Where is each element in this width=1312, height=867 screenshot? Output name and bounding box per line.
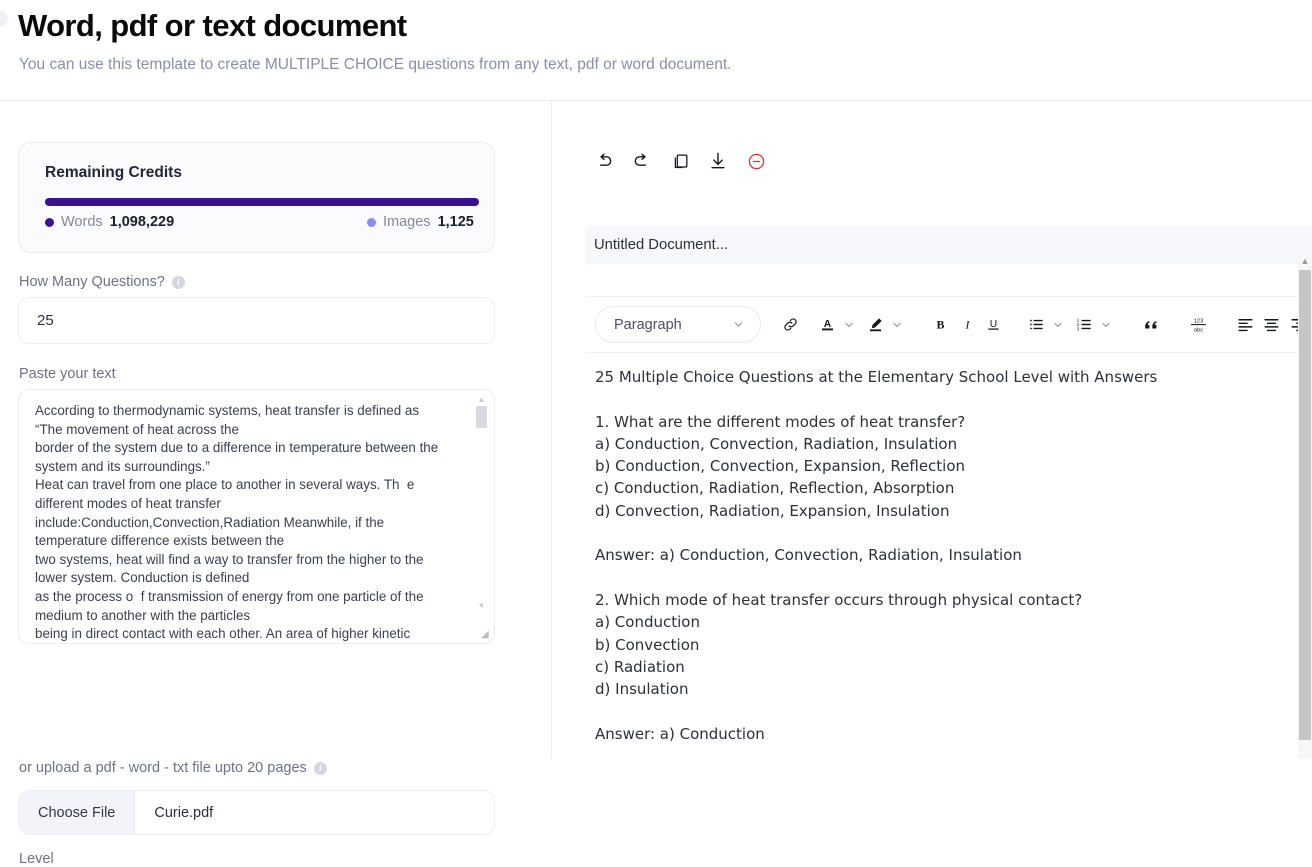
delete-icon[interactable] (743, 148, 769, 174)
textarea-scroll-up-icon[interactable]: ▲ (476, 395, 487, 404)
page-subtitle: You can use this template to create MULT… (19, 56, 731, 74)
file-upload-row[interactable]: Choose File Curie.pdf (18, 790, 495, 835)
document-title-bar[interactable]: Untitled Document... (585, 226, 1312, 264)
chevron-down-icon[interactable] (841, 313, 857, 337)
paragraph-style-value: Paragraph (614, 317, 682, 333)
collapse-handle-icon[interactable] (0, 11, 8, 26)
questions-count-label: How Many Questions? i (19, 274, 185, 290)
credits-title: Remaining Credits (45, 164, 182, 182)
numbered-list-icon[interactable]: 1 2 3 (1071, 311, 1098, 338)
svg-text:B: B (936, 317, 944, 331)
chevron-down-icon[interactable] (1098, 313, 1114, 337)
info-icon[interactable]: i (314, 762, 327, 775)
svg-text:U: U (990, 319, 997, 330)
blockquote-icon[interactable] (1138, 311, 1165, 338)
questions-count-label-text: How Many Questions? (19, 274, 165, 290)
paste-text-area-wrapper: ▲ ▼ ◢ (18, 389, 495, 644)
images-label: Images (383, 214, 431, 230)
rich-text-toolbar: Paragraph A (585, 296, 1312, 353)
words-dot-icon (45, 218, 54, 227)
images-dot-icon (367, 218, 376, 227)
chevron-down-icon[interactable] (889, 313, 905, 337)
page-header: Word, pdf or text document You can use t… (0, 0, 1312, 101)
document-actions-toolbar (591, 148, 769, 174)
svg-text:A: A (824, 319, 832, 330)
document-scroll-thumb[interactable] (1299, 270, 1311, 740)
chosen-file-name: Curie.pdf (135, 805, 213, 821)
images-value: 1,125 (438, 214, 474, 230)
download-icon[interactable] (705, 148, 731, 174)
textarea-scroll-down-icon[interactable]: ▼ (476, 601, 487, 610)
upload-file-label-text: or upload a pdf - word - txt file upto 2… (19, 760, 307, 776)
info-icon[interactable]: i (172, 276, 185, 289)
level-label: Level (19, 851, 54, 867)
align-left-icon[interactable] (1232, 311, 1259, 338)
svg-text:123: 123 (1194, 318, 1203, 324)
paste-text-label-text: Paste your text (19, 366, 116, 382)
upload-file-label: or upload a pdf - word - txt file upto 2… (19, 760, 327, 776)
text-color-icon[interactable]: A (814, 311, 841, 338)
bold-icon[interactable]: B (927, 311, 954, 338)
document-title[interactable]: Untitled Document... (585, 237, 728, 253)
underline-icon[interactable]: U (980, 311, 1007, 338)
bullet-list-icon[interactable] (1023, 311, 1050, 338)
svg-text:abc: abc (1194, 328, 1203, 334)
credits-progress-fill (45, 198, 479, 206)
credits-images-legend: Images 1,125 (367, 214, 474, 230)
highlighter-icon[interactable] (863, 311, 890, 338)
undo-icon[interactable] (591, 148, 617, 174)
page-title: Word, pdf or text document (18, 8, 407, 44)
scroll-up-icon[interactable]: ▲ (1299, 256, 1311, 267)
paste-text-input[interactable] (18, 389, 495, 644)
questions-count-input[interactable] (18, 297, 495, 344)
document-content[interactable]: 25 Multiple Choice Questions at the Elem… (585, 356, 1296, 860)
words-value: 1,098,229 (110, 214, 175, 230)
textarea-resize-handle-icon[interactable]: ◢ (481, 630, 492, 641)
editor-panel: Untitled Document... Paragraph A (553, 101, 1312, 759)
paragraph-style-select[interactable]: Paragraph (595, 306, 761, 343)
link-icon[interactable] (777, 311, 804, 338)
chevron-down-icon[interactable] (1050, 313, 1066, 337)
italic-icon[interactable]: I (954, 311, 981, 338)
align-center-icon[interactable] (1258, 311, 1285, 338)
paste-text-label: Paste your text (19, 366, 116, 382)
copy-icon[interactable] (667, 148, 693, 174)
words-label: Words (61, 214, 103, 230)
credits-words-legend: Words 1,098,229 (45, 214, 174, 230)
text-case-icon[interactable]: 123 abc (1185, 311, 1212, 338)
credits-progress-track (45, 198, 479, 206)
form-panel: Remaining Credits Words 1,098,229 Images… (0, 101, 552, 759)
choose-file-button[interactable]: Choose File (19, 791, 135, 834)
redo-icon[interactable] (629, 148, 655, 174)
textarea-scroll-thumb[interactable] (476, 406, 487, 428)
svg-text:3: 3 (1077, 326, 1080, 332)
chevron-down-icon (732, 318, 745, 331)
remaining-credits-card: Remaining Credits Words 1,098,229 Images… (18, 142, 495, 253)
svg-text:I: I (964, 317, 970, 331)
